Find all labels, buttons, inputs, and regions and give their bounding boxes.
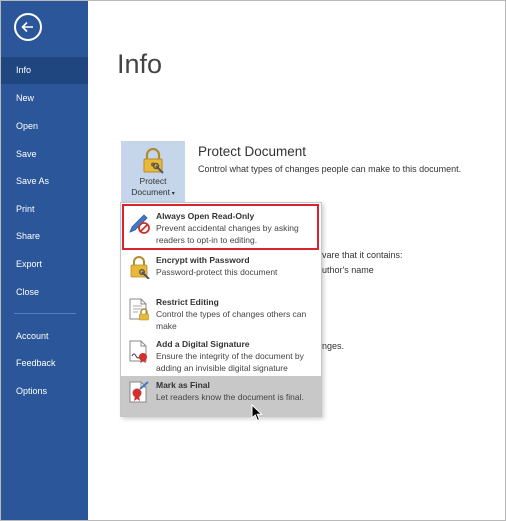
protect-button-label-text: Document: [131, 187, 171, 197]
nav-export[interactable]: Export: [1, 251, 88, 278]
menu-item-title: Restrict Editing: [156, 297, 219, 307]
protect-button-label-line1: Protect: [139, 176, 167, 186]
protect-document-button[interactable]: Protect Document ▾: [121, 141, 185, 202]
restrict-editing-icon: [129, 298, 149, 321]
menu-item-add-digital-signature[interactable]: Add a Digital Signature Ensure the integ…: [121, 335, 321, 375]
back-arrow-icon: [21, 21, 33, 33]
nav-info[interactable]: Info: [1, 57, 88, 84]
inspect-partial-text-2: uthor's name: [322, 265, 374, 275]
backstage-window: Info New Open Save Save As Print Share E…: [0, 0, 506, 521]
menu-item-description: Let readers know the document is final.: [156, 392, 304, 402]
lock-key-icon: [143, 148, 164, 174]
menu-item-encrypt-with-password[interactable]: Encrypt with Password Password-protect t…: [121, 251, 321, 287]
nav-new[interactable]: New: [1, 85, 88, 112]
digital-signature-icon: [129, 340, 147, 363]
protect-button-label-line2: Document ▾: [121, 187, 185, 197]
menu-item-description: Control the types of changes others can …: [156, 309, 307, 331]
back-button[interactable]: [14, 13, 42, 41]
nav-print[interactable]: Print: [1, 196, 88, 223]
lock-key-icon: [130, 256, 150, 279]
page-title: Info: [117, 49, 163, 79]
nav-divider: [14, 313, 76, 314]
nav-save[interactable]: Save: [1, 141, 88, 168]
nav-feedback[interactable]: Feedback: [1, 350, 88, 377]
annotation-highlight-box: [122, 204, 319, 250]
menu-item-mark-as-final[interactable]: Mark as Final Let readers know the docum…: [121, 376, 321, 416]
nav-options[interactable]: Options: [1, 378, 88, 405]
nav-close[interactable]: Close: [1, 279, 88, 306]
nav-account[interactable]: Account: [1, 323, 88, 350]
menu-item-title: Mark as Final: [156, 380, 210, 390]
versions-partial-text: nges.: [322, 341, 345, 351]
nav-save-as[interactable]: Save As: [1, 168, 88, 195]
protect-section-description: Control what types of changes people can…: [198, 164, 462, 174]
inspect-partial-text-1: vare that it contains:: [322, 250, 403, 260]
menu-item-description: Ensure the integrity of the document by …: [156, 351, 304, 373]
nav-open[interactable]: Open: [1, 113, 88, 140]
mark-final-icon: [129, 381, 149, 403]
menu-item-title: Encrypt with Password: [156, 255, 250, 265]
nav-share[interactable]: Share: [1, 223, 88, 250]
sidebar: Info New Open Save Save As Print Share E…: [1, 1, 88, 520]
menu-item-restrict-editing[interactable]: Restrict Editing Control the types of ch…: [121, 293, 321, 335]
menu-item-description: Password-protect this document: [156, 267, 278, 277]
mouse-pointer-icon: [251, 404, 263, 422]
dropdown-caret-icon: ▾: [170, 191, 175, 197]
protect-section-title: Protect Document: [198, 144, 307, 159]
menu-item-title: Add a Digital Signature: [156, 339, 250, 349]
